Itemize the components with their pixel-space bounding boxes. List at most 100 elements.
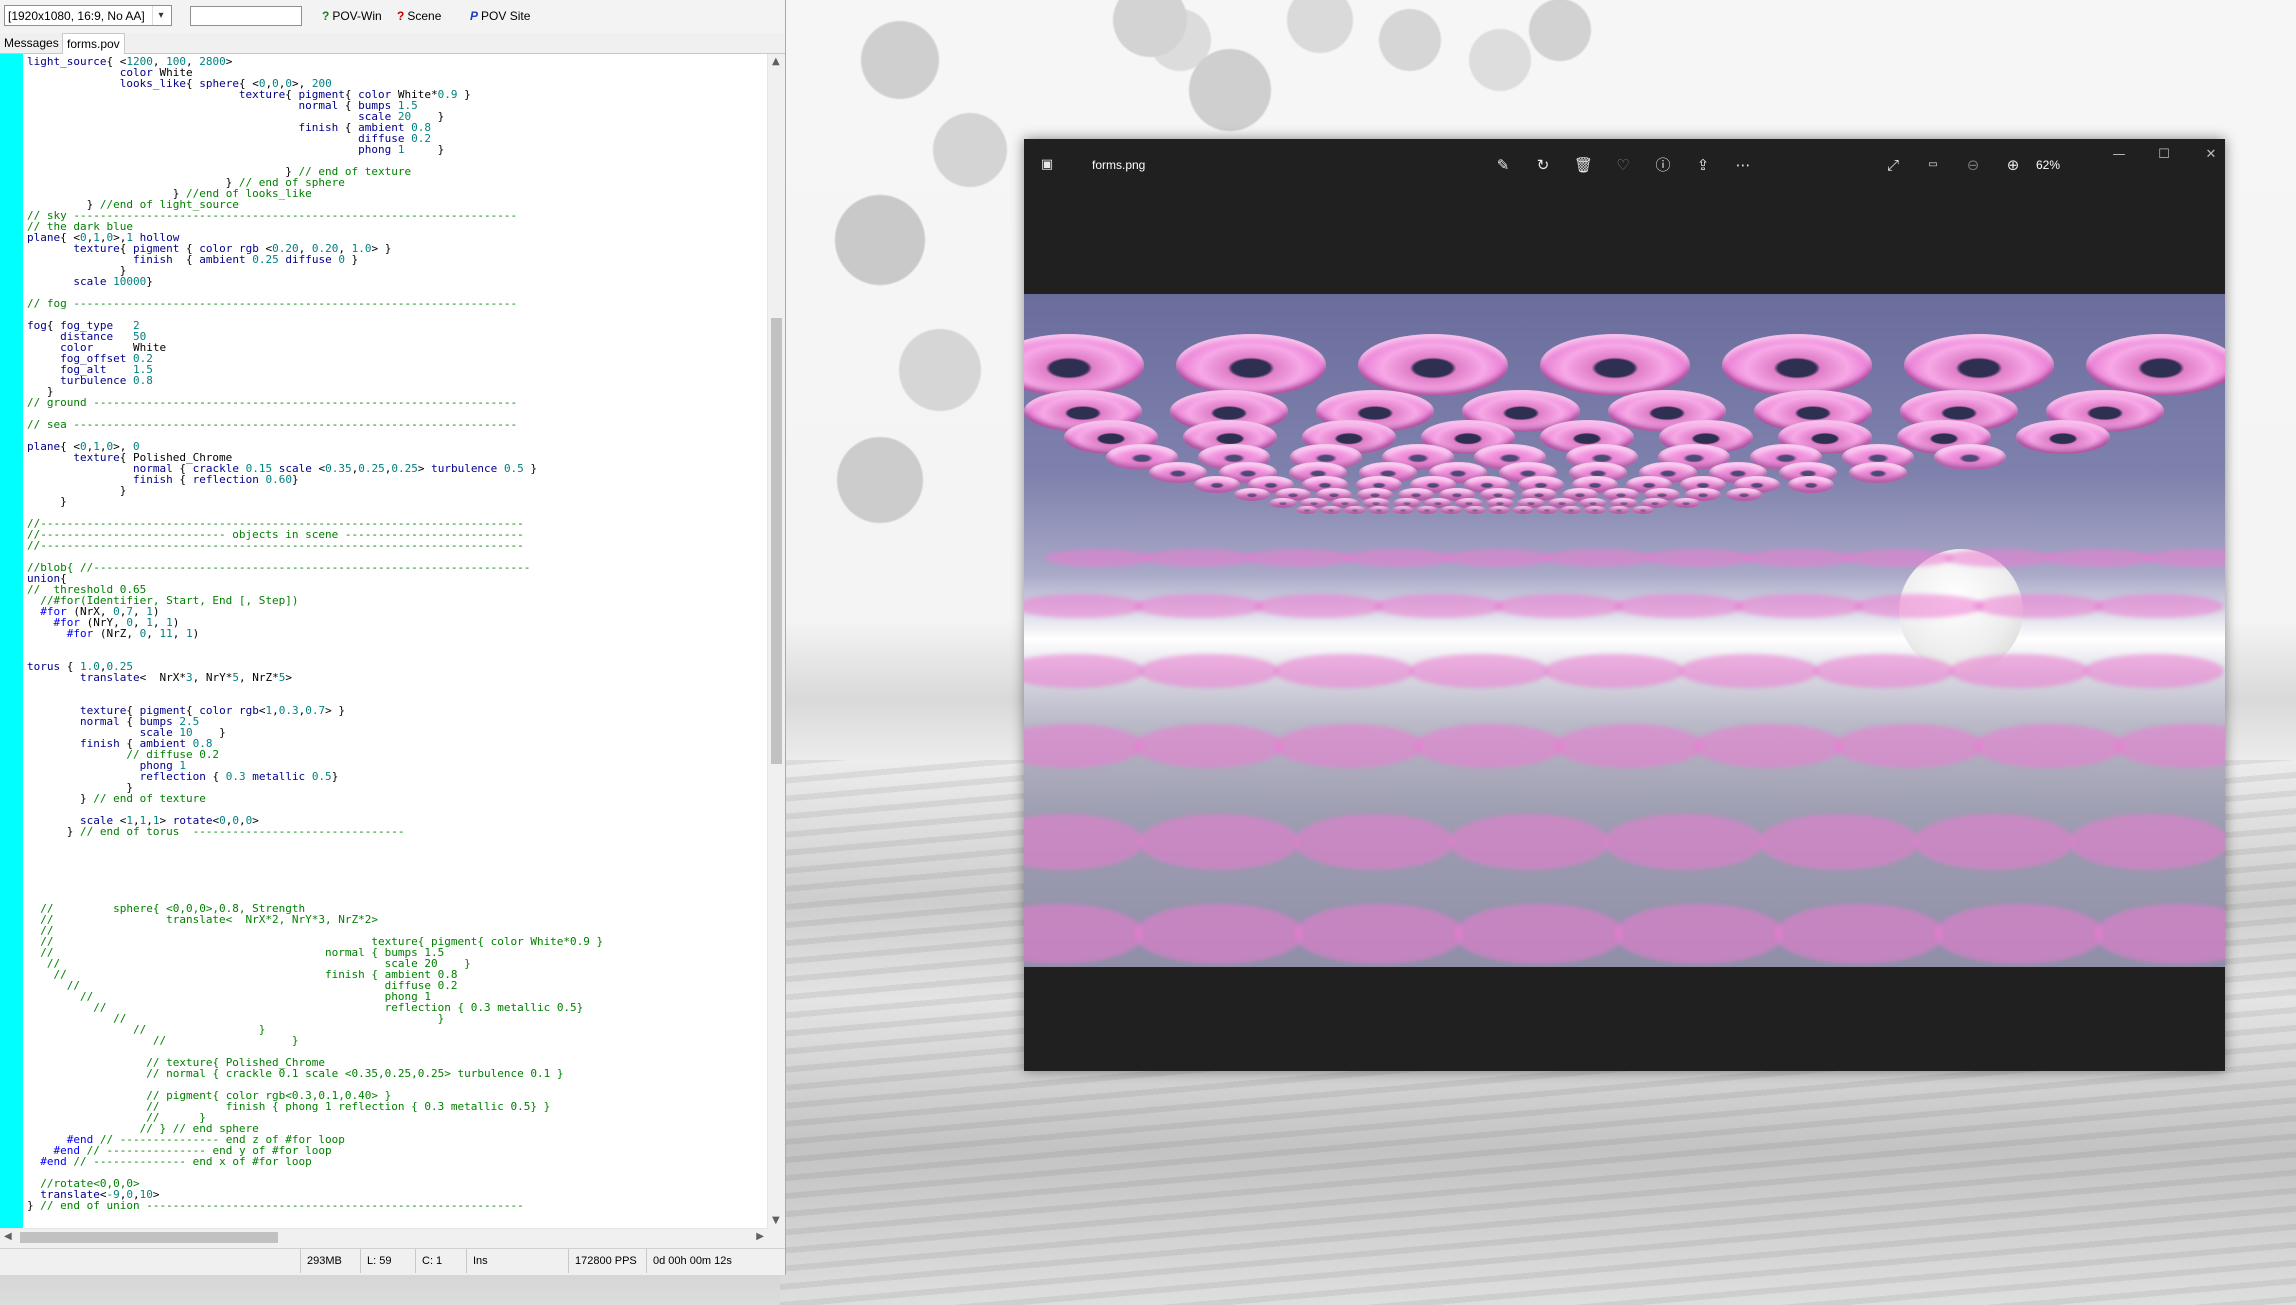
scroll-left-icon[interactable]: ◀ <box>4 1231 12 1242</box>
torus-reflection <box>1414 724 1564 768</box>
vertical-scroll-thumb[interactable] <box>771 318 782 764</box>
code-line: //--------------------------------------… <box>27 539 524 552</box>
scene-button[interactable]: ? Scene <box>397 7 441 25</box>
status-column: C: 1 <box>415 1249 465 1273</box>
code-line: phong 1 } <box>358 143 445 156</box>
torus-reflection <box>2144 549 2225 567</box>
torus-reflection <box>1449 814 1609 870</box>
torus-reflection <box>1024 724 1144 768</box>
torus <box>1488 506 1510 514</box>
photos-viewer-window: ▣ forms.png ✎ ↻ 🗑 ♡ ⓘ ⇪ ⋯ ⤢ ▭ ⊖ ⊕ 62% — … <box>1024 139 2225 1071</box>
fullscreen-icon[interactable]: ⤢ <box>1884 156 1902 174</box>
code-line: } // end of union ----------------------… <box>27 1199 524 1212</box>
code-line: // ground ------------------------------… <box>27 396 518 409</box>
torus <box>1234 488 1270 501</box>
torus <box>1358 334 1508 396</box>
torus-reflection <box>1544 549 1654 567</box>
torus-reflection <box>1274 654 1414 688</box>
torus <box>1788 476 1834 493</box>
code-line: scale 10000} <box>73 275 153 288</box>
torus <box>1296 506 1318 514</box>
torus <box>1269 498 1297 508</box>
zoom-level[interactable]: 62% <box>2036 156 2060 174</box>
command-input[interactable] <box>190 6 302 26</box>
torus-reflection <box>1614 594 1744 618</box>
horizontal-scrollbar[interactable]: ◀ ▶ <box>0 1228 768 1246</box>
maximize-icon[interactable]: ☐ <box>2154 147 2174 163</box>
tab-forms-pov[interactable]: forms.pov <box>62 33 125 54</box>
share-icon[interactable]: ⇪ <box>1694 156 1712 174</box>
torus <box>1392 506 1414 514</box>
torus-reflection <box>1644 549 1754 567</box>
torus <box>1722 334 1872 396</box>
minimize-icon[interactable]: — <box>2109 147 2129 163</box>
torus <box>1726 488 1762 501</box>
scroll-up-icon[interactable]: ▲ <box>772 56 780 67</box>
torus <box>1344 506 1366 514</box>
code-line: } <box>60 495 67 508</box>
code-editor[interactable]: light_source{ <1200, 100, 2800> color Wh… <box>0 54 785 1228</box>
torus-reflection <box>1614 904 1784 964</box>
tab-messages[interactable]: Messages <box>0 33 63 53</box>
close-icon[interactable]: ✕ <box>2201 147 2221 163</box>
pov-win-button[interactable]: ? POV-Win <box>322 7 382 25</box>
torus-reflection <box>1244 549 1354 567</box>
torus-reflection <box>2094 594 2224 618</box>
zoom-in-icon[interactable]: ⊕ <box>2004 156 2022 174</box>
torus <box>1194 476 1240 493</box>
more-icon[interactable]: ⋯ <box>1734 156 1752 174</box>
torus-reflection <box>1744 549 1854 567</box>
edit-icon[interactable]: ✎ <box>1494 156 1512 174</box>
resolution-select-value: [1920x1080, 16:9, No AA] <box>8 9 145 23</box>
torus-reflection <box>1344 549 1454 567</box>
help-icon: ? <box>397 9 405 23</box>
torus <box>1176 334 1326 396</box>
chevron-down-icon[interactable]: ▾ <box>152 6 169 25</box>
code-line: // sea ---------------------------------… <box>27 418 518 431</box>
torus-reflection <box>1604 814 1764 870</box>
torus <box>1440 506 1462 514</box>
torus <box>1904 334 2054 396</box>
povray-toolbar: [1920x1080, 16:9, No AA] ▾ ? POV-Win ? Sce… <box>0 0 785 34</box>
code-line: } // end of torus ----------------------… <box>27 825 405 838</box>
torus-reflection <box>1024 654 1144 688</box>
torus-reflection <box>1024 814 1144 870</box>
resolution-select[interactable]: [1920x1080, 16:9, No AA] ▾ <box>4 5 172 26</box>
rotate-icon[interactable]: ↻ <box>1534 156 1552 174</box>
code-line: } // end of texture <box>27 792 206 805</box>
scroll-down-icon[interactable]: ▼ <box>772 1215 780 1226</box>
torus-reflection <box>1679 654 1819 688</box>
torus-reflection <box>1274 724 1424 768</box>
status-insert-mode: Ins <box>466 1249 566 1273</box>
code-line: // fog ---------------------------------… <box>27 297 518 310</box>
torus-reflection <box>1044 549 1154 567</box>
torus-reflection <box>1759 814 1919 870</box>
torus <box>1416 506 1438 514</box>
zoom-out-icon[interactable]: ⊖ <box>1964 156 1982 174</box>
status-pps: 172800 PPS <box>568 1249 651 1273</box>
favorite-icon[interactable]: ♡ <box>1614 156 1632 174</box>
torus <box>1024 334 1144 396</box>
torus-reflection <box>1974 594 2104 618</box>
horizontal-scroll-thumb[interactable] <box>20 1232 278 1243</box>
code-line: #for (NrZ, 0, 11, 1) <box>66 627 200 640</box>
code-line: // normal { crackle 0.1 scale <0.35,0.25… <box>146 1067 564 1080</box>
torus-reflection <box>1374 594 1504 618</box>
actual-size-icon[interactable]: ▭ <box>1924 156 1942 174</box>
vertical-scrollbar[interactable]: ▲ ▼ <box>767 54 785 1228</box>
torus-reflection <box>1139 654 1279 688</box>
rendered-image <box>1024 294 2225 967</box>
code-line: #end // -------------- end x of #for loo… <box>40 1155 312 1168</box>
torus <box>1849 462 1907 483</box>
pov-site-button[interactable]: P POV Site <box>470 7 530 25</box>
torus <box>1560 506 1582 514</box>
scroll-right-icon[interactable]: ▶ <box>756 1231 764 1242</box>
image-icon: ▣ <box>1040 157 1054 172</box>
torus <box>1584 506 1606 514</box>
code-text[interactable]: light_source{ <1200, 100, 2800> color Wh… <box>27 56 603 1211</box>
torus-reflection <box>1834 724 1984 768</box>
torus-reflection <box>1554 724 1704 768</box>
info-icon[interactable]: ⓘ <box>1654 156 1672 174</box>
delete-icon[interactable]: 🗑 <box>1574 156 1593 174</box>
torus-reflection <box>1844 549 1954 567</box>
